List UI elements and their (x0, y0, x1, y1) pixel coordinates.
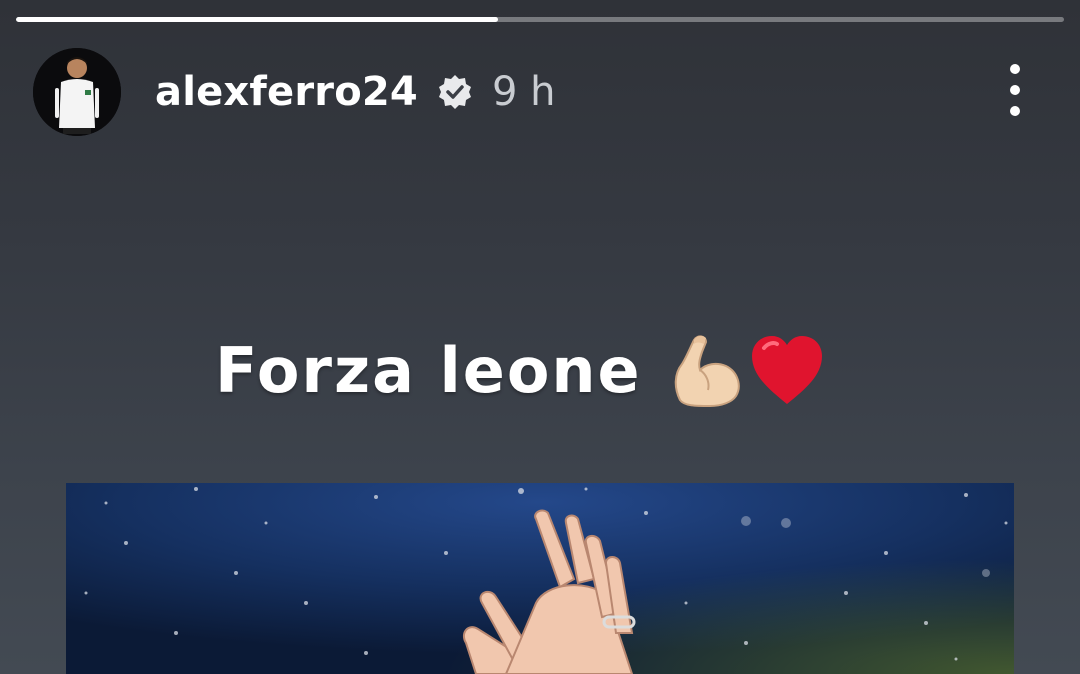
story-header: alexferro24 9 h (33, 48, 555, 136)
story-photo (66, 483, 1014, 674)
story-caption: Forza leone (215, 322, 828, 418)
flexed-biceps-icon (666, 330, 746, 410)
story-photo-image (66, 483, 1014, 674)
caption-text: Forza leone (215, 333, 642, 407)
story-timestamp: 9 h (491, 69, 556, 115)
story-progress-bar (16, 17, 1064, 22)
red-heart-icon (746, 330, 828, 410)
avatar[interactable] (33, 48, 121, 136)
username[interactable]: alexferro24 (155, 69, 418, 115)
story-progress-fill (16, 17, 499, 22)
verified-badge-icon (436, 73, 474, 111)
avatar-image (33, 48, 121, 136)
more-options-icon[interactable] (998, 64, 1032, 116)
